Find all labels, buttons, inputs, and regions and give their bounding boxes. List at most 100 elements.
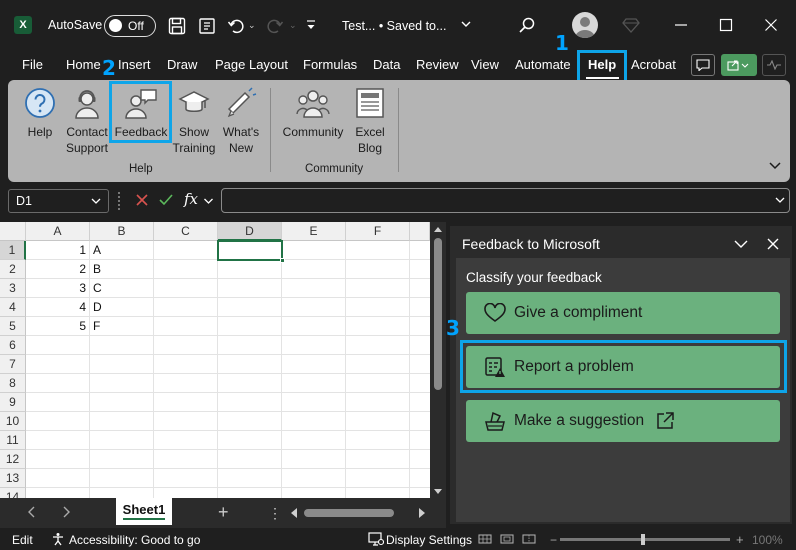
search-icon[interactable] [516,14,538,36]
row-header[interactable]: 3 [0,279,26,298]
pane-options-icon[interactable] [734,239,748,249]
column-header[interactable]: D [218,222,282,241]
excel-blog-button[interactable]: Excel Blog [350,86,390,156]
row-header[interactable]: 13 [0,469,26,488]
tab-page-layout[interactable]: Page Layout [215,57,288,72]
make-suggestion-button[interactable]: Make a suggestion [466,400,780,442]
avatar[interactable] [572,12,598,38]
zoom-slider-thumb[interactable] [641,534,645,545]
zoom-out-icon[interactable]: − [550,533,557,547]
tab-home[interactable]: Home [66,57,101,72]
tab-acrobat[interactable]: Acrobat [631,57,676,72]
accessibility-status[interactable]: Accessibility: Good to go [69,533,200,547]
save-icon[interactable] [166,15,188,37]
scroll-down-icon[interactable] [434,487,442,495]
tab-automate[interactable]: Automate [515,57,571,72]
vertical-scrollbar[interactable] [430,222,446,498]
insert-function-button[interactable]: fx [184,190,198,208]
add-sheet-button[interactable]: + [218,502,229,523]
sheet-tab[interactable]: Sheet1 [116,498,172,525]
column-header[interactable] [410,222,430,241]
cell-a1[interactable]: 1 [26,241,90,260]
new-file-icon[interactable] [196,15,218,37]
collapse-ribbon-icon[interactable] [768,160,782,172]
help-button[interactable]: Help [20,86,60,140]
show-training-button[interactable]: Show Training [170,86,218,156]
scroll-up-icon[interactable] [434,226,442,234]
cell-a5[interactable]: 5 [26,317,90,336]
checkmark-icon[interactable] [158,192,174,208]
comments-icon[interactable] [691,54,715,76]
row-header[interactable]: 14 [0,488,26,498]
spreadsheet-grid[interactable]: A B C D E F 1 2 3 4 5 6 7 8 9 10 11 12 1… [0,222,430,498]
activity-icon[interactable] [762,54,786,76]
tab-draw[interactable]: Draw [167,57,197,72]
row-header[interactable]: 1 [0,241,26,260]
formula-input[interactable] [221,188,790,213]
select-all-corner[interactable] [0,222,26,241]
close-icon[interactable] [760,14,782,36]
scroll-thumb[interactable] [434,238,442,390]
column-header[interactable]: C [154,222,218,241]
splitter-handle[interactable] [118,192,120,210]
more-sheets-icon[interactable]: ⋮ [268,505,282,522]
cell-b4[interactable]: D [90,298,154,317]
zoom-level[interactable]: 100% [752,533,783,547]
name-box-dropdown-icon[interactable] [90,196,102,206]
row-header[interactable]: 5 [0,317,26,336]
row-header[interactable]: 2 [0,260,26,279]
selected-cell-d1[interactable] [217,240,283,261]
row-header[interactable]: 11 [0,431,26,450]
community-button[interactable]: Community [278,86,348,140]
contact-support-button[interactable]: Contact Support [62,86,112,156]
row-header[interactable]: 4 [0,298,26,317]
whats-new-button[interactable]: What's New [220,86,262,156]
page-layout-view-icon[interactable] [500,534,514,544]
diamond-icon[interactable] [620,14,642,36]
tab-insert[interactable]: Insert [118,57,151,72]
undo-dropdown-icon[interactable]: ⌄ [248,20,256,31]
tab-data[interactable]: Data [373,57,400,72]
share-icon[interactable] [721,54,757,76]
pane-close-icon[interactable] [767,238,779,250]
cell-b3[interactable]: C [90,279,154,298]
display-settings-icon[interactable] [368,532,384,546]
tab-view[interactable]: View [471,57,499,72]
function-dropdown-icon[interactable] [203,196,214,206]
normal-view-icon[interactable] [478,534,492,544]
column-header[interactable]: F [346,222,410,241]
fill-handle[interactable] [280,258,285,263]
tab-file[interactable]: File [22,57,43,72]
cell-b5[interactable]: F [90,317,154,336]
page-break-view-icon[interactable] [522,534,536,544]
next-sheet-icon[interactable] [61,506,71,518]
maximize-icon[interactable] [715,14,737,36]
document-title[interactable]: Test... • Saved to... [342,19,446,33]
column-header[interactable]: E [282,222,346,241]
prev-sheet-icon[interactable] [27,506,37,518]
tab-formulas[interactable]: Formulas [303,57,357,72]
customize-qat-icon[interactable] [306,19,316,31]
row-header[interactable]: 7 [0,355,26,374]
cell-a3[interactable]: 3 [26,279,90,298]
cell-a4[interactable]: 4 [26,298,90,317]
row-header[interactable]: 6 [0,336,26,355]
expand-formula-icon[interactable] [774,195,786,205]
cell-b2[interactable]: B [90,260,154,279]
zoom-in-icon[interactable]: + [736,532,744,547]
column-header[interactable]: B [90,222,154,241]
tab-review[interactable]: Review [416,57,459,72]
column-header[interactable]: A [26,222,90,241]
cancel-x-icon[interactable] [134,192,150,208]
accessibility-icon[interactable] [51,532,65,546]
row-header[interactable]: 12 [0,450,26,469]
zoom-slider[interactable] [560,538,730,541]
horizontal-scrollbar[interactable] [290,507,426,519]
cell-a2[interactable]: 2 [26,260,90,279]
autosave-toggle[interactable]: Off [104,15,156,37]
undo-icon[interactable] [225,15,247,37]
display-settings[interactable]: Display Settings [386,533,472,547]
cell-b1[interactable]: A [90,241,154,260]
give-compliment-button[interactable]: Give a compliment [466,292,780,334]
chevron-down-icon[interactable] [460,18,472,30]
